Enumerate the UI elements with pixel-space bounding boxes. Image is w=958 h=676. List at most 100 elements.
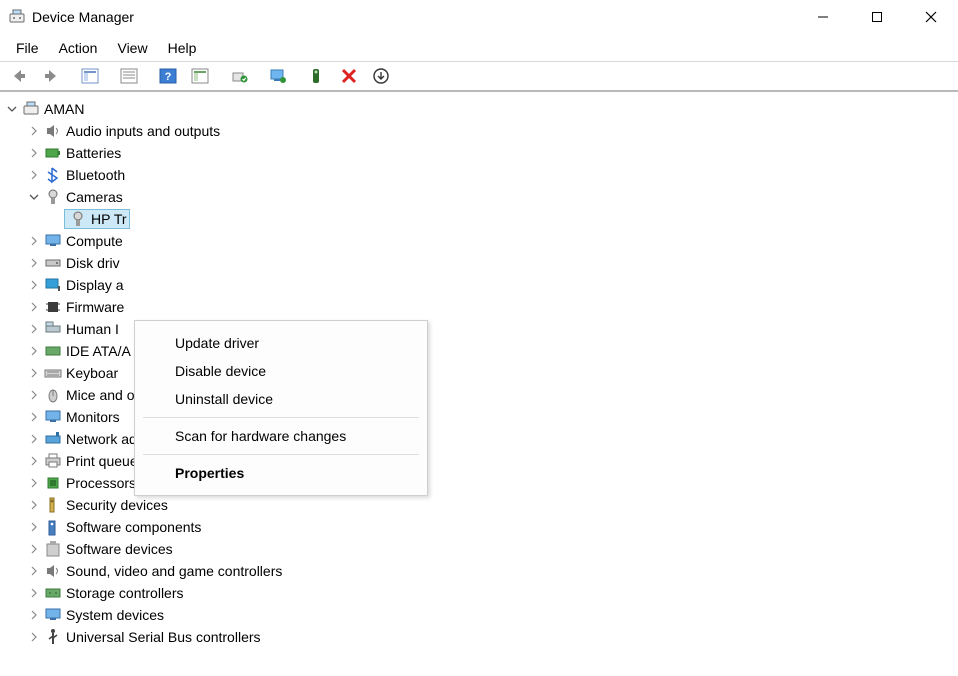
mouse-icon xyxy=(44,386,62,404)
chevron-right-icon[interactable] xyxy=(26,519,42,535)
menu-file[interactable]: File xyxy=(6,36,49,60)
context-menu: Update driver Disable device Uninstall d… xyxy=(134,320,428,496)
security-icon xyxy=(44,496,62,514)
chevron-right-icon[interactable] xyxy=(26,387,42,403)
software-component-icon xyxy=(44,518,62,536)
context-menu-uninstall-device[interactable]: Uninstall device xyxy=(135,385,427,413)
ide-icon xyxy=(44,342,62,360)
camera-icon xyxy=(69,210,87,228)
back-button[interactable] xyxy=(4,64,34,88)
chevron-right-icon[interactable] xyxy=(26,123,42,139)
chevron-right-icon[interactable] xyxy=(26,563,42,579)
camera-icon xyxy=(44,188,62,206)
tree-root[interactable]: AMAN xyxy=(4,98,958,120)
toolbar: ? xyxy=(0,62,958,92)
chevron-right-icon[interactable] xyxy=(26,233,42,249)
menu-help[interactable]: Help xyxy=(158,36,207,60)
tree-node-audio[interactable]: Audio inputs and outputs xyxy=(4,120,958,142)
chevron-right-icon[interactable] xyxy=(26,607,42,623)
add-legacy-hardware-button[interactable] xyxy=(366,64,396,88)
software-device-icon xyxy=(44,540,62,558)
maximize-button[interactable] xyxy=(850,0,904,34)
chevron-right-icon[interactable] xyxy=(26,365,42,381)
chevron-down-icon[interactable] xyxy=(4,101,20,117)
device-tree[interactable]: AMAN Audio inputs and outputs Batteries … xyxy=(0,92,958,654)
help-button[interactable]: ? xyxy=(153,64,183,88)
tree-node-softcomp[interactable]: Software components xyxy=(4,516,958,538)
tree-node-computer[interactable]: Compute xyxy=(4,230,958,252)
chevron-right-icon[interactable] xyxy=(26,431,42,447)
speaker-icon xyxy=(44,122,62,140)
tree-node-firmware[interactable]: Firmware xyxy=(4,296,958,318)
tree-node-cameras[interactable]: Cameras xyxy=(4,186,958,208)
context-menu-scan-hardware[interactable]: Scan for hardware changes xyxy=(135,422,427,450)
bluetooth-icon xyxy=(44,166,62,184)
scan-hardware-button[interactable] xyxy=(185,64,215,88)
window-title: Device Manager xyxy=(32,9,796,25)
network-icon xyxy=(44,430,62,448)
battery-icon xyxy=(44,144,62,162)
system-device-icon xyxy=(44,606,62,624)
tree-node-sound[interactable]: Sound, video and game controllers xyxy=(4,560,958,582)
close-button[interactable] xyxy=(904,0,958,34)
chevron-right-icon[interactable] xyxy=(26,167,42,183)
tree-node-softdev[interactable]: Software devices xyxy=(4,538,958,560)
monitor-icon xyxy=(44,408,62,426)
printer-icon xyxy=(44,452,62,470)
tree-node-disk[interactable]: Disk driv xyxy=(4,252,958,274)
update-driver-button[interactable] xyxy=(224,64,254,88)
chevron-right-icon[interactable] xyxy=(26,409,42,425)
chevron-right-icon[interactable] xyxy=(26,453,42,469)
keyboard-icon xyxy=(44,364,62,382)
display-adapter-icon xyxy=(44,276,62,294)
usb-icon xyxy=(44,628,62,646)
chevron-right-icon[interactable] xyxy=(26,343,42,359)
tree-node-bluetooth[interactable]: Bluetooth xyxy=(4,164,958,186)
context-menu-disable-device[interactable]: Disable device xyxy=(135,357,427,385)
chevron-right-icon[interactable] xyxy=(26,299,42,315)
chevron-right-icon[interactable] xyxy=(26,277,42,293)
chevron-right-icon[interactable] xyxy=(26,585,42,601)
storage-controller-icon xyxy=(44,584,62,602)
chip-icon xyxy=(44,298,62,316)
titlebar: Device Manager xyxy=(0,0,958,34)
context-menu-properties[interactable]: Properties xyxy=(135,459,427,487)
cpu-icon xyxy=(44,474,62,492)
uninstall-device-button[interactable] xyxy=(334,64,364,88)
tree-node-system[interactable]: System devices xyxy=(4,604,958,626)
tree-node-display[interactable]: Display a xyxy=(4,274,958,296)
chevron-right-icon[interactable] xyxy=(26,541,42,557)
show-hide-console-button[interactable] xyxy=(75,64,105,88)
root-label: AMAN xyxy=(44,101,84,117)
chevron-right-icon[interactable] xyxy=(26,321,42,337)
hid-icon xyxy=(44,320,62,338)
speaker-icon xyxy=(44,562,62,580)
chevron-right-icon[interactable] xyxy=(26,255,42,271)
window-controls xyxy=(796,0,958,34)
chevron-right-icon[interactable] xyxy=(26,475,42,491)
monitor-icon xyxy=(44,232,62,250)
chevron-down-icon[interactable] xyxy=(26,189,42,205)
tree-node-batteries[interactable]: Batteries xyxy=(4,142,958,164)
chevron-right-icon[interactable] xyxy=(26,145,42,161)
forward-button[interactable] xyxy=(36,64,66,88)
menu-view[interactable]: View xyxy=(107,36,157,60)
chevron-right-icon[interactable] xyxy=(26,497,42,513)
tree-node-camera-device[interactable]: HP Tr xyxy=(4,208,958,230)
menu-action[interactable]: Action xyxy=(49,36,108,60)
context-menu-separator xyxy=(143,454,419,455)
tree-node-security[interactable]: Security devices xyxy=(4,494,958,516)
tree-node-storage[interactable]: Storage controllers xyxy=(4,582,958,604)
disable-device-button[interactable] xyxy=(263,64,293,88)
device-manager-icon xyxy=(8,8,26,26)
properties-button[interactable] xyxy=(114,64,144,88)
context-menu-separator xyxy=(143,417,419,418)
disk-icon xyxy=(44,254,62,272)
tree-node-usb[interactable]: Universal Serial Bus controllers xyxy=(4,626,958,648)
computer-icon xyxy=(22,100,40,118)
minimize-button[interactable] xyxy=(796,0,850,34)
enable-device-button[interactable] xyxy=(302,64,332,88)
context-menu-update-driver[interactable]: Update driver xyxy=(135,329,427,357)
chevron-right-icon[interactable] xyxy=(26,629,42,645)
svg-text:?: ? xyxy=(165,71,172,83)
